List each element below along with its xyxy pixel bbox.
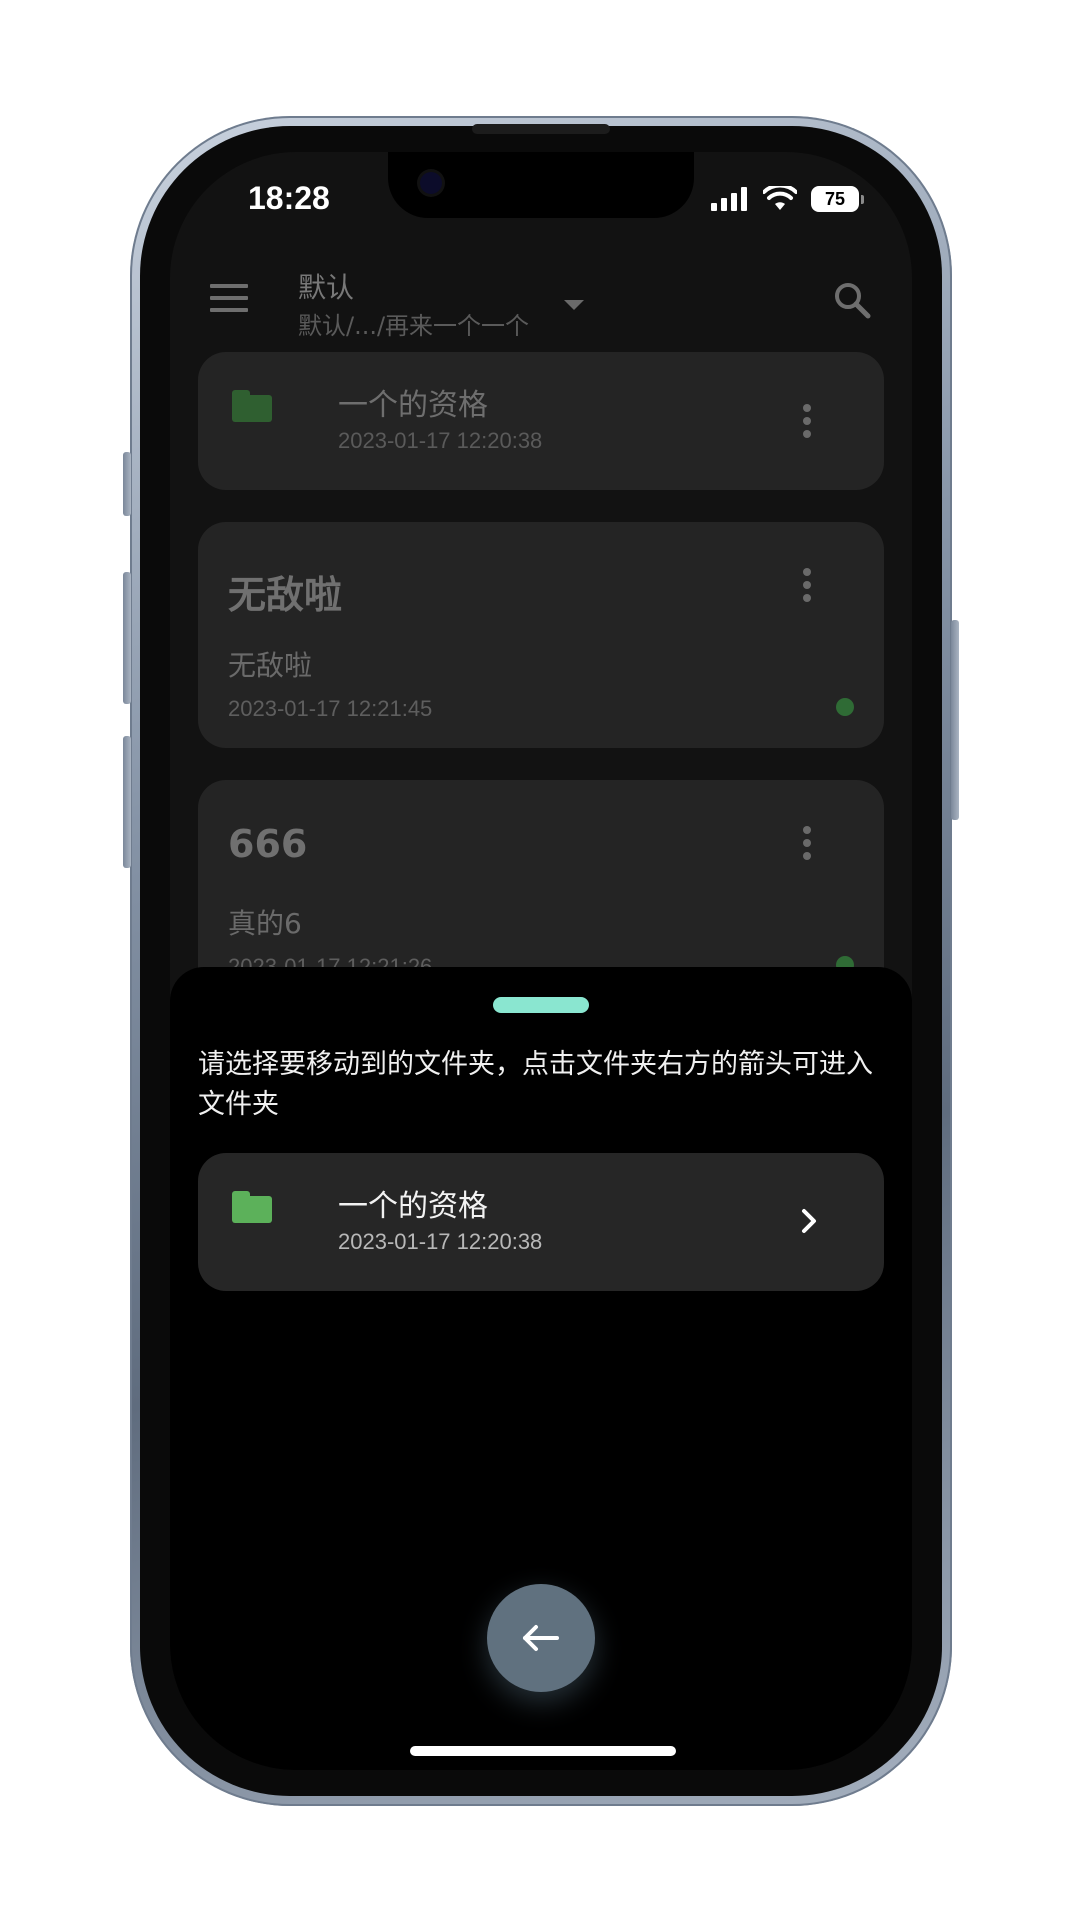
status-indicators: 75: [711, 186, 864, 212]
sync-status-dot: [836, 698, 854, 716]
home-indicator[interactable]: [410, 1746, 676, 1756]
breadcrumb-path: 默认/.../再来一个一个: [298, 312, 530, 340]
note-body: 无敌啦: [228, 649, 313, 682]
app-bar: 默认 默认/.../再来一个一个: [170, 252, 912, 342]
volume-down-button: [123, 736, 131, 868]
dropdown-arrow-icon[interactable]: [564, 300, 584, 310]
search-icon[interactable]: [832, 280, 872, 320]
more-options-icon[interactable]: [802, 826, 812, 860]
note-body: 真的6: [228, 907, 302, 940]
signal-icon: [711, 187, 747, 211]
front-camera: [420, 172, 442, 194]
note-card[interactable]: 无敌啦 无敌啦 2023-01-17 12:21:45: [198, 522, 884, 748]
earpiece-speaker: [472, 124, 610, 134]
back-button[interactable]: [487, 1584, 595, 1692]
target-folder-name: 一个的资格: [338, 1189, 488, 1224]
phone-screen: 18:28 75 默认 默认/.../再来一个一个 一个的资格 2023-01-…: [170, 152, 912, 1770]
target-folder-date: 2023-01-17 12:20:38: [338, 1229, 543, 1254]
power-button: [951, 620, 959, 820]
sheet-hint-text: 请选择要移动到的文件夹，点击文件夹右方的箭头可进入文件夹: [198, 1049, 873, 1120]
note-date: 2023-01-17 12:21:45: [228, 696, 433, 721]
wifi-icon: [763, 186, 797, 210]
folder-date: 2023-01-17 12:20:38: [338, 428, 543, 453]
battery-level: 75: [811, 186, 859, 212]
mute-switch: [123, 452, 131, 516]
battery-tip: [861, 194, 864, 204]
menu-icon[interactable]: [210, 284, 248, 312]
volume-up-button: [123, 572, 131, 704]
chevron-right-icon[interactable]: [800, 1207, 818, 1235]
note-title: 666: [228, 822, 308, 866]
battery-icon: 75: [811, 186, 864, 212]
more-options-icon[interactable]: [802, 404, 812, 438]
folder-icon: [232, 1191, 272, 1223]
notch: [388, 152, 694, 218]
arrow-left-icon: [523, 1625, 559, 1651]
folder-icon: [232, 390, 272, 422]
folder-card[interactable]: 一个的资格 2023-01-17 12:20:38: [198, 352, 884, 490]
target-folder-item[interactable]: 一个的资格 2023-01-17 12:20:38: [198, 1153, 884, 1291]
note-title: 无敌啦: [228, 573, 343, 617]
status-time: 18:28: [248, 180, 330, 216]
folder-name: 一个的资格: [338, 388, 488, 423]
sheet-drag-handle[interactable]: [493, 997, 589, 1013]
more-options-icon[interactable]: [802, 568, 812, 602]
app-bar-title: 默认: [298, 271, 355, 304]
